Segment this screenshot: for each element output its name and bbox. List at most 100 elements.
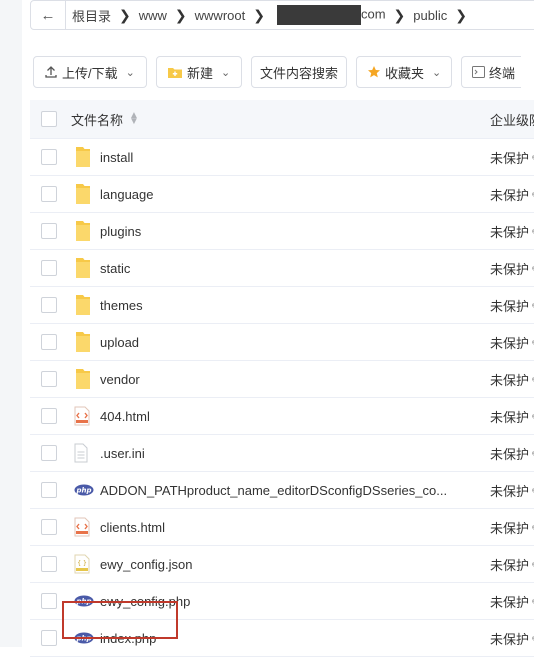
protection-status[interactable]: 未保护✎ <box>490 370 534 389</box>
protection-status[interactable]: 未保护✎ <box>490 481 534 500</box>
protection-status[interactable]: 未保护✎ <box>490 222 534 241</box>
protection-status[interactable]: 未保护✎ <box>490 259 534 278</box>
table-row[interactable]: themes 未保护✎ <box>30 287 534 324</box>
protection-status[interactable]: 未保护✎ <box>490 629 534 648</box>
row-checkbox[interactable] <box>41 186 57 202</box>
column-header-protection: 企业级防 <box>490 112 534 128</box>
file-name[interactable]: 404.html <box>100 409 150 424</box>
favorites-button[interactable]: 收藏夹 ⌄ <box>356 56 452 88</box>
table-row[interactable]: 404.html 未保护✎ <box>30 398 534 435</box>
terminal-label: 终端 <box>489 65 516 81</box>
protection-status-label: 未保护 <box>490 409 530 425</box>
svg-text:php: php <box>75 634 91 642</box>
breadcrumb: ← 根目录 ❯ www ❯ wwwroot ❯ com ❯ public ❯ <box>30 0 534 30</box>
row-checkbox[interactable] <box>41 408 57 424</box>
svg-text:php: php <box>75 597 91 605</box>
toolbar: 上传/下载 ⌄ 新建 ⌄ 文件内容搜索 收藏夹 ⌄ 终端 <box>33 56 521 88</box>
file-name[interactable]: themes <box>100 298 143 313</box>
row-checkbox[interactable] <box>41 223 57 239</box>
table-row[interactable]: php ADDON_PATHproduct_name_editorDSconfig… <box>30 472 534 509</box>
table-row[interactable]: language 未保护✎ <box>30 176 534 213</box>
row-checkbox[interactable] <box>41 149 57 165</box>
upload-icon <box>44 65 58 79</box>
table-body: install未保护✎language未保护✎plugins未保护✎static… <box>30 139 534 657</box>
new-button[interactable]: 新建 ⌄ <box>156 56 242 88</box>
row-checkbox[interactable] <box>41 260 57 276</box>
chevron-down-icon: ⌄ <box>221 66 231 79</box>
chevron-right-icon: ❯ <box>119 6 131 23</box>
row-checkbox[interactable] <box>41 482 57 498</box>
new-folder-icon <box>167 66 183 79</box>
file-content-search-label: 文件内容搜索 <box>260 65 339 81</box>
row-checkbox[interactable] <box>41 630 57 646</box>
file-name[interactable]: clients.html <box>100 520 165 535</box>
breadcrumb-wwwroot[interactable]: wwwroot <box>189 8 252 23</box>
table-row[interactable]: install 未保护✎ <box>30 139 534 176</box>
terminal-button[interactable]: 终端 <box>461 56 521 88</box>
row-checkbox[interactable] <box>41 556 57 572</box>
protection-status[interactable]: 未保护✎ <box>490 148 534 167</box>
table-row[interactable]: static 未保护✎ <box>30 250 534 287</box>
table-row[interactable]: .user.ini 未保护✎ <box>30 435 534 472</box>
select-all-checkbox[interactable] <box>41 111 57 127</box>
svg-text:{ }: { } <box>77 560 87 567</box>
row-checkbox[interactable] <box>41 593 57 609</box>
row-checkbox[interactable] <box>41 297 57 313</box>
row-checkbox[interactable] <box>41 519 57 535</box>
file-name[interactable]: language <box>100 187 154 202</box>
breadcrumb-public[interactable]: public <box>407 8 453 23</box>
table-row[interactable]: vendor 未保护✎ <box>30 361 534 398</box>
folder-icon <box>74 331 92 353</box>
table-header: 文件名称 ▲▼ 企业级防 <box>30 100 534 139</box>
breadcrumb-site[interactable]: com <box>267 5 392 25</box>
table-row[interactable]: upload 未保护✎ <box>30 324 534 361</box>
breadcrumb-www[interactable]: www <box>133 8 173 23</box>
table-row[interactable]: { } ewy_config.json 未保护✎ <box>30 546 534 583</box>
file-name[interactable]: ewy_config.php <box>100 594 190 609</box>
file-name[interactable]: plugins <box>100 224 141 239</box>
protection-status[interactable]: 未保护✎ <box>490 592 534 611</box>
protection-status[interactable]: 未保护✎ <box>490 444 534 463</box>
file-name[interactable]: index.php <box>100 631 156 646</box>
table-row[interactable]: php ewy_config.php 未保护✎ <box>30 583 534 620</box>
file-name[interactable]: ADDON_PATHproduct_name_editorDSconfigDSs… <box>100 483 447 498</box>
protection-status[interactable]: 未保护✎ <box>490 333 534 352</box>
back-button[interactable]: ← <box>31 1 66 29</box>
file-name[interactable]: .user.ini <box>100 446 145 461</box>
protection-status[interactable]: 未保护✎ <box>490 555 534 574</box>
file-name[interactable]: static <box>100 261 130 276</box>
chevron-down-icon: ⌄ <box>125 66 135 79</box>
table-row[interactable]: clients.html 未保护✎ <box>30 509 534 546</box>
table-row[interactable]: php index.php 未保护✎ <box>30 620 534 657</box>
file-table: 文件名称 ▲▼ 企业级防 install未保护✎language未保护✎plug… <box>30 100 534 657</box>
file-name[interactable]: upload <box>100 335 139 350</box>
protection-status-label: 未保护 <box>490 557 530 573</box>
row-checkbox[interactable] <box>41 371 57 387</box>
sort-icon: ▲ ▼ <box>129 110 139 127</box>
protection-status[interactable]: 未保护✎ <box>490 296 534 315</box>
column-header-name[interactable]: 文件名称 ▲ ▼ <box>71 110 139 129</box>
row-checkbox[interactable] <box>41 445 57 461</box>
folder-icon <box>74 146 92 168</box>
table-row[interactable]: plugins 未保护✎ <box>30 213 534 250</box>
folder-icon <box>74 257 92 279</box>
file-icon <box>74 443 88 463</box>
protection-status-label: 未保护 <box>490 594 530 610</box>
favorites-label: 收藏夹 <box>385 65 425 81</box>
protection-status-label: 未保护 <box>490 335 530 351</box>
file-name[interactable]: install <box>100 150 133 165</box>
redacted-block <box>276 5 361 25</box>
file-name[interactable]: vendor <box>100 372 140 387</box>
protection-status[interactable]: 未保护✎ <box>490 518 534 537</box>
left-strip <box>0 0 22 647</box>
file-name[interactable]: ewy_config.json <box>100 557 193 572</box>
breadcrumb-root[interactable]: 根目录 <box>66 6 117 25</box>
protection-status[interactable]: 未保护✎ <box>490 185 534 204</box>
php-icon: php <box>74 484 94 496</box>
file-content-search-button[interactable]: 文件内容搜索 <box>251 56 347 88</box>
protection-status[interactable]: 未保护✎ <box>490 407 534 426</box>
protection-status-label: 未保护 <box>490 372 530 388</box>
protection-status-label: 未保护 <box>490 261 530 277</box>
row-checkbox[interactable] <box>41 334 57 350</box>
upload-download-button[interactable]: 上传/下载 ⌄ <box>33 56 147 88</box>
